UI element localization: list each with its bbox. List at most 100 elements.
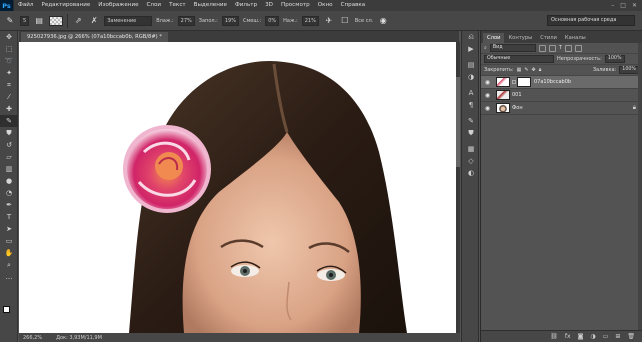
clean-brush-icon[interactable]: ⇗ bbox=[72, 15, 84, 27]
flow-field[interactable]: 21% bbox=[301, 15, 319, 26]
zoom-level[interactable]: 266,2% bbox=[23, 335, 42, 341]
menu-3d[interactable]: 3D bbox=[261, 0, 277, 11]
healing-icon[interactable]: ✚ bbox=[0, 103, 18, 115]
wet-field[interactable]: 27% bbox=[177, 15, 195, 26]
shape-icon[interactable]: ▭ bbox=[0, 235, 18, 247]
maximize-button[interactable]: □ bbox=[620, 2, 626, 9]
current-loaded-swatch[interactable] bbox=[49, 15, 64, 26]
layer-row[interactable]: ◉ 001 bbox=[481, 89, 642, 102]
new-layer-icon[interactable]: ⊞ bbox=[615, 333, 620, 340]
tab-styles[interactable]: Стили bbox=[536, 33, 561, 43]
menu-select[interactable]: Выделение bbox=[190, 0, 231, 11]
dodge-icon[interactable]: ◔ bbox=[0, 187, 18, 199]
canvas-vertical-scrollbar[interactable] bbox=[456, 42, 460, 333]
menu-help[interactable]: Справка bbox=[337, 0, 370, 11]
filter-kind-select[interactable]: Вид bbox=[489, 44, 536, 52]
path-select-icon[interactable]: ➤ bbox=[0, 223, 18, 235]
blend-mode-select[interactable]: Обычные bbox=[484, 55, 554, 63]
history-brush-icon[interactable]: ↺ bbox=[0, 139, 18, 151]
fx-icon[interactable]: fx bbox=[565, 333, 571, 340]
opacity-field[interactable]: 100% bbox=[604, 55, 625, 63]
close-button[interactable]: ✕ bbox=[632, 2, 637, 9]
gradient-icon[interactable]: ▥ bbox=[0, 163, 18, 175]
brush-icon[interactable]: ✎ bbox=[0, 115, 18, 127]
type-filter-icon[interactable]: T bbox=[559, 45, 562, 51]
lock-all-icon[interactable]: 🔒︎ bbox=[539, 67, 542, 73]
eye-icon[interactable]: ◉ bbox=[481, 105, 494, 112]
menu-window[interactable]: Окно bbox=[314, 0, 337, 11]
color-swatches[interactable] bbox=[3, 306, 15, 318]
pixel-filter-icon[interactable] bbox=[538, 44, 546, 52]
actions-icon[interactable]: ▶ bbox=[462, 43, 480, 55]
trash-icon[interactable]: 🗑︎ bbox=[627, 333, 635, 340]
character-icon[interactable]: A bbox=[462, 87, 480, 99]
menu-filter[interactable]: Фильтр bbox=[231, 0, 261, 11]
lock-pixels-icon[interactable]: ▦ bbox=[517, 67, 522, 73]
layer-mask-thumbnail[interactable] bbox=[517, 77, 531, 87]
clone-source-icon[interactable]: ⛊ bbox=[462, 127, 480, 139]
layer-name[interactable]: Фон bbox=[512, 105, 523, 111]
crop-icon[interactable]: ⌗ bbox=[0, 79, 18, 91]
adjustments-icon[interactable]: ◑ bbox=[462, 71, 480, 83]
menu-image[interactable]: Изображение bbox=[94, 0, 142, 11]
sample-all-checkbox[interactable]: ☐ bbox=[339, 15, 351, 27]
link-icon[interactable]: ⛓ bbox=[550, 333, 558, 340]
pressure-icon[interactable]: ◉ bbox=[377, 15, 389, 27]
eraser-icon[interactable]: ▱ bbox=[0, 151, 18, 163]
marquee-icon[interactable]: ⬚ bbox=[0, 43, 18, 55]
zoom-icon[interactable]: ⌕ bbox=[0, 259, 18, 271]
menu-type[interactable]: Текст bbox=[165, 0, 190, 11]
more-tools-icon[interactable]: … bbox=[0, 271, 18, 283]
eye-icon[interactable]: ◉ bbox=[481, 79, 494, 86]
properties-icon[interactable]: ▤ bbox=[462, 59, 480, 71]
load-brush-icon[interactable]: ✗ bbox=[88, 15, 100, 27]
folder-icon[interactable]: ▭ bbox=[603, 333, 609, 340]
hand-icon[interactable]: ✋ bbox=[0, 247, 18, 259]
smart-filter-icon[interactable] bbox=[574, 44, 582, 52]
lock-move-icon[interactable]: ✥ bbox=[532, 67, 536, 73]
mix-mode-select[interactable]: Заменение bbox=[104, 15, 153, 26]
pen-icon[interactable]: ✒ bbox=[0, 199, 18, 211]
minimize-button[interactable]: – bbox=[611, 2, 614, 9]
move-icon[interactable]: ✥ bbox=[0, 31, 18, 43]
scroll-thumb[interactable] bbox=[456, 77, 460, 167]
brush-presets-icon[interactable]: ✎ bbox=[462, 115, 480, 127]
document-tab[interactable]: 925027936.jpg @ 266% (07a10bccab0b, RGB/… bbox=[21, 32, 168, 42]
tab-layers[interactable]: Слои bbox=[483, 33, 505, 43]
styles-icon[interactable]: ◇ bbox=[462, 155, 480, 167]
lock-paint-icon[interactable]: ✎ bbox=[524, 67, 528, 73]
load-field[interactable]: 19% bbox=[221, 15, 239, 26]
airbrush-icon[interactable]: ✈ bbox=[323, 15, 335, 27]
canvas-area[interactable] bbox=[19, 42, 456, 333]
menu-file[interactable]: Файл bbox=[14, 0, 37, 11]
shape-filter-icon[interactable] bbox=[564, 44, 572, 52]
tab-channels[interactable]: Каналы bbox=[561, 33, 590, 43]
menu-view[interactable]: Просмотр bbox=[277, 0, 314, 11]
layer-row[interactable]: ◉ 07a10bccab0b bbox=[481, 76, 642, 89]
layer-name[interactable]: 07a10bccab0b bbox=[534, 79, 571, 85]
workspace-select[interactable]: Основная рабочая среда bbox=[547, 15, 635, 26]
layers-scrollbar[interactable] bbox=[638, 43, 642, 330]
type-icon[interactable]: T bbox=[0, 211, 18, 223]
menu-edit[interactable]: Редактирование bbox=[37, 0, 94, 11]
document-image[interactable] bbox=[19, 42, 456, 333]
brush-panel-icon[interactable]: ▤ bbox=[33, 15, 45, 27]
quick-select-icon[interactable]: ✦ bbox=[0, 67, 18, 79]
adjustment-icon[interactable]: ◑ bbox=[590, 333, 595, 340]
paragraph-icon[interactable]: ¶ bbox=[462, 99, 480, 111]
layer-row[interactable]: ◉ Фон 🔒︎ bbox=[481, 102, 642, 115]
mix-field[interactable]: 0% bbox=[265, 15, 280, 26]
mask-icon[interactable]: ◙ bbox=[578, 333, 584, 340]
lasso-icon[interactable]: ➰ bbox=[0, 55, 18, 67]
eyedropper-icon[interactable]: ⁄ bbox=[0, 91, 18, 103]
fill-field[interactable]: 100% bbox=[619, 66, 639, 74]
brush-size-field[interactable]: 5 bbox=[20, 15, 30, 26]
document-info[interactable]: Док: 3,93M/11,9M bbox=[56, 335, 102, 341]
eye-icon[interactable]: ◉ bbox=[481, 92, 494, 99]
history-icon[interactable]: ⎌ bbox=[462, 31, 480, 43]
swatches-icon[interactable]: ▦ bbox=[462, 143, 480, 155]
brush-tool-preset-icon[interactable]: ✎ bbox=[4, 15, 16, 27]
navigator-icon[interactable]: ◐ bbox=[462, 167, 480, 179]
tab-paths[interactable]: Контуры bbox=[504, 33, 536, 43]
stamp-icon[interactable]: ⛊ bbox=[0, 127, 18, 139]
